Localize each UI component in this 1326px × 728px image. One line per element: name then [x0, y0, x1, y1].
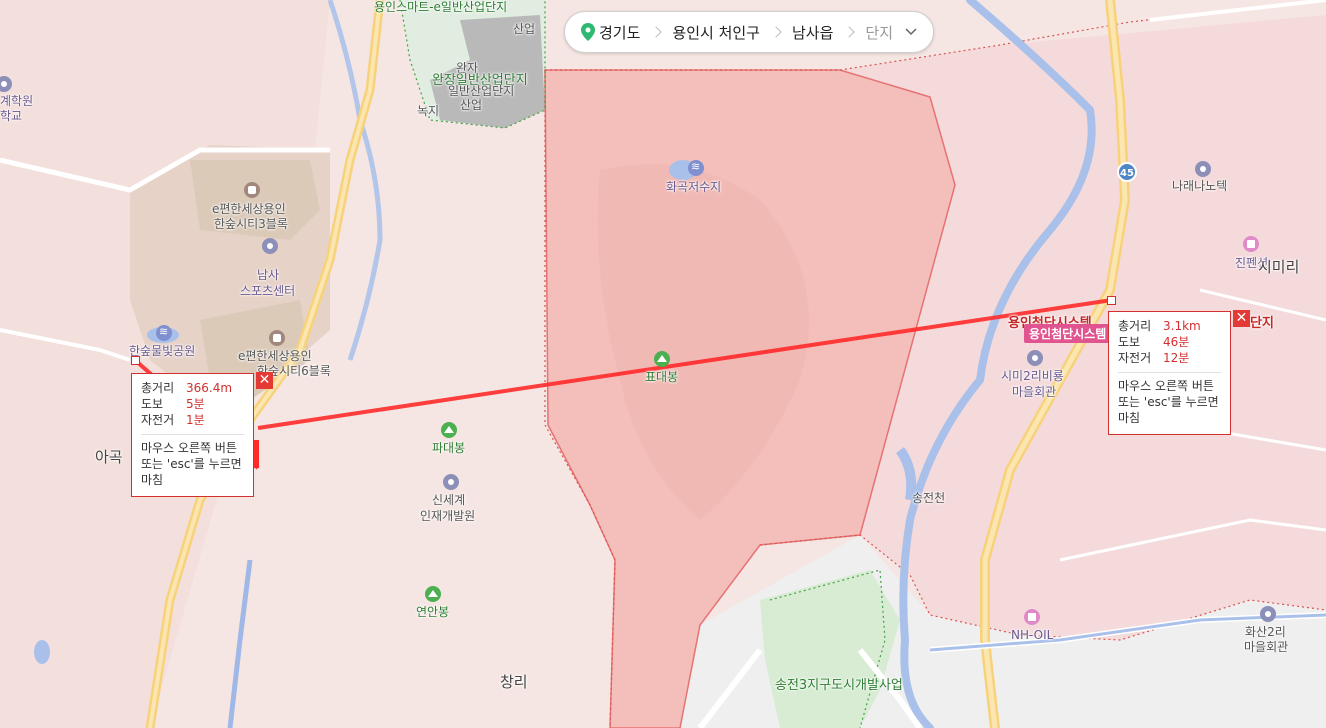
- measure-segment-marker: [254, 440, 259, 468]
- gas-station-icon[interactable]: [1024, 609, 1040, 625]
- label-agok: 아곡: [95, 448, 123, 466]
- total-distance-label: 총거리: [141, 381, 175, 395]
- pension-icon[interactable]: [1243, 236, 1259, 252]
- breadcrumb-town[interactable]: 남사읍: [780, 22, 845, 43]
- label-sanup-top: 산업: [513, 22, 536, 36]
- bike-value: 12분: [1163, 351, 1190, 365]
- label-namsa-sports: 스포츠센터: [240, 284, 296, 298]
- breadcrumb-dropdown[interactable]: 단지: [853, 22, 905, 43]
- hall-icon-2[interactable]: [1260, 606, 1276, 622]
- total-distance-value: 3.1km: [1163, 319, 1201, 333]
- institute-icon[interactable]: [443, 474, 459, 490]
- total-distance-value: 366.4m: [186, 381, 233, 395]
- label-shinsegae2: 인재개발원: [420, 509, 476, 523]
- walk-value: 5분: [186, 397, 205, 411]
- close-icon[interactable]: ✕: [256, 372, 273, 389]
- walk-value: 46분: [1163, 335, 1190, 349]
- label-hakwon: 계학원: [0, 94, 34, 108]
- breadcrumb-province[interactable]: 경기도: [599, 22, 652, 43]
- measure-node-start[interactable]: [131, 356, 140, 365]
- apartment-icon[interactable]: [244, 182, 260, 198]
- label-namsa[interactable]: 남사: [257, 268, 279, 283]
- measure-box-right: 총거리 3.1km 도보 46분 자전거 12분 마우스 오른쪽 버튼 또는 'esc…: [1108, 311, 1231, 435]
- label-hakgyo: 학교: [0, 109, 23, 123]
- label-danji: 단지: [1250, 316, 1274, 331]
- label-wanjang2: 일반산업단지: [448, 84, 515, 98]
- measure-box-left: 총거리 366.4m 도보 5분 자전거 1분 마우스 오른쪽 버튼 또는 'esc'…: [131, 373, 254, 497]
- label-pyodaebong[interactable]: 표대봉: [645, 370, 678, 385]
- chevron-down-icon[interactable]: [905, 28, 917, 36]
- park-icon[interactable]: [156, 325, 172, 341]
- walk-label: 도보: [1118, 335, 1141, 349]
- measure-node-end[interactable]: [1107, 296, 1116, 305]
- label-epyeonhan-3b: 한숲시티3블록: [214, 217, 288, 231]
- label-shinsegae[interactable]: 신세계: [432, 493, 465, 508]
- close-icon[interactable]: ✕: [1233, 310, 1250, 327]
- company-icon[interactable]: [1195, 161, 1211, 177]
- breadcrumb: 경기도 용인시 처인구 남사읍 단지: [564, 11, 934, 53]
- reservoir-icon[interactable]: [688, 160, 704, 176]
- label-hwasan2: 마을회관: [1244, 640, 1289, 654]
- bike-value: 1분: [186, 413, 205, 427]
- walk-label: 도보: [141, 397, 164, 411]
- label-simi2[interactable]: 시미2리비룡: [1001, 369, 1064, 384]
- map-canvas[interactable]: 용인스마트-e일반산업단지 산업 완자 완장일반산업단지 일반산업단지 산업 녹…: [0, 0, 1326, 728]
- location-pin-icon: [581, 23, 595, 41]
- sports-center-icon[interactable]: [262, 238, 278, 254]
- label-nhoil[interactable]: NH-OIL: [1011, 628, 1053, 643]
- measure-hint: 마우스 오른쪽 버튼 또는 'esc'를 누르면 마침: [141, 434, 244, 488]
- label-songjeoncheon: 송전천: [912, 491, 946, 505]
- hall-icon[interactable]: [1027, 350, 1043, 366]
- label-hwasan[interactable]: 화산2리: [1245, 625, 1286, 640]
- mountain-icon[interactable]: [654, 351, 670, 367]
- bike-label: 자전거: [141, 413, 175, 427]
- bike-label: 자전거: [1118, 351, 1152, 365]
- label-nokji: 녹지: [417, 104, 440, 118]
- complex-tag[interactable]: 용인첨단시스템: [1024, 324, 1112, 343]
- label-hwagok-reservoir[interactable]: 화곡저수지: [666, 180, 721, 195]
- total-distance-label: 총거리: [1118, 319, 1152, 333]
- label-epyeonhan-6[interactable]: e편한세상용인: [238, 349, 312, 364]
- breadcrumb-city[interactable]: 용인시 처인구: [660, 22, 772, 43]
- label-padaebong[interactable]: 파대봉: [432, 441, 465, 456]
- label-changri: 창리: [500, 673, 528, 691]
- label-epyeonhan-3[interactable]: e편한세상용인: [212, 202, 286, 217]
- label-songjeon3[interactable]: 송전3지구도시개발사업: [775, 678, 903, 693]
- mountain-icon-2[interactable]: [441, 422, 457, 438]
- route-45-shield: 45: [1117, 162, 1137, 182]
- label-simi2b: 마을회관: [1012, 385, 1057, 399]
- label-yongin-smart: 용인스마트-e일반산업단지: [374, 0, 508, 14]
- mountain-icon-3[interactable]: [425, 586, 441, 602]
- label-nanenano[interactable]: 나래나노텍: [1172, 179, 1227, 194]
- label-simiri: 시미리: [1258, 258, 1300, 276]
- apartment-icon-2[interactable]: [269, 330, 285, 346]
- measure-hint: 마우스 오른쪽 버튼 또는 'esc'를 누르면 마침: [1118, 372, 1221, 426]
- label-yeonanbong[interactable]: 연안봉: [416, 605, 449, 620]
- label-sanup2: 산업: [460, 98, 483, 112]
